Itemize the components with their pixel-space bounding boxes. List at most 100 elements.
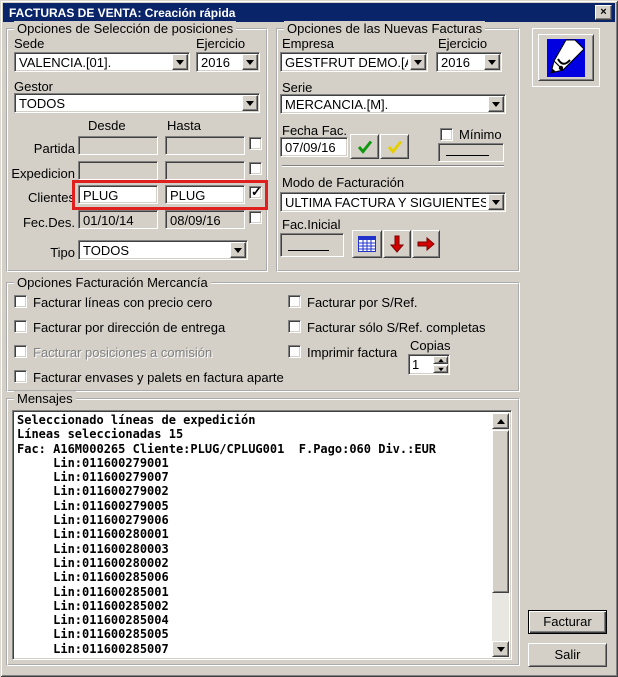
por-sref-checkbox[interactable] — [288, 295, 301, 308]
group-opciones-seleccion-title: Opciones de Selección de posiciones — [14, 21, 236, 36]
red-right-arrow-icon — [417, 237, 435, 251]
envases-palets-checkbox[interactable] — [14, 370, 27, 383]
yellow-check-icon — [387, 140, 403, 154]
spinner-up-icon[interactable] — [433, 356, 448, 364]
scrollbar[interactable] — [492, 413, 509, 657]
message-line: Lin:011600285007 — [17, 642, 489, 656]
apply-down-button[interactable] — [383, 230, 411, 258]
expedicion-desde-field — [78, 161, 158, 180]
sede-label: Sede — [14, 36, 44, 51]
message-line: Lin:011600279007 — [17, 470, 489, 484]
tipo-combobox[interactable]: TODOS — [78, 240, 248, 260]
fecdes-hasta-field: 08/09/16 — [165, 210, 245, 229]
empresa-label: Empresa — [282, 36, 334, 51]
separator-line — [282, 165, 504, 167]
partida-hasta-field — [165, 136, 245, 155]
fecha-fac-field[interactable]: 07/09/16 — [280, 137, 348, 157]
dropdown-arrow-icon[interactable] — [488, 96, 504, 112]
expedicion-checkbox[interactable] — [249, 162, 262, 175]
tipo-label: Tipo — [40, 245, 75, 260]
solo-sref-completas-checkbox[interactable] — [288, 320, 301, 333]
mensajes-text: Seleccionado líneas de expedición Líneas… — [17, 413, 489, 657]
clientes-checkbox[interactable] — [249, 186, 262, 199]
posiciones-comision-label: Facturar posiciones a comisión — [33, 345, 212, 360]
calendar-grid-icon — [358, 236, 376, 252]
message-line: Lin:011600285006 — [17, 570, 489, 584]
message-line: Lin:011600279001 — [17, 456, 489, 470]
titlebar: FACTURAS DE VENTA: Creación rápida × — [3, 3, 615, 22]
message-line: Lin:011600280003 — [17, 542, 489, 556]
sede-combobox[interactable]: VALENCIA.[01]. — [14, 52, 190, 72]
direccion-entrega-label: Facturar por dirección de entrega — [33, 320, 225, 335]
desde-header: Desde — [88, 118, 126, 133]
group-nuevas-facturas-title: Opciones de las Nuevas Facturas — [284, 21, 485, 36]
confirm-date-button[interactable] — [350, 134, 379, 159]
message-line: Lin:011600279002 — [17, 484, 489, 498]
message-line: Líneas seleccionadas 15 — [17, 427, 489, 441]
minimo-field — [438, 143, 504, 162]
ejercicio-nf-combobox[interactable]: 2016 — [436, 52, 502, 72]
dropdown-arrow-icon[interactable] — [230, 242, 246, 258]
message-line: Fac: A16M000265 Cliente:PLUG/CPLUG001 F.… — [17, 442, 489, 456]
clientes-label: Clientes — [10, 190, 75, 205]
dropdown-arrow-icon[interactable] — [242, 95, 258, 111]
green-check-icon — [357, 140, 373, 154]
copias-stepper[interactable]: 1 — [408, 354, 450, 375]
posiciones-comision-checkbox — [14, 345, 27, 358]
modo-facturacion-label: Modo de Facturación — [282, 175, 404, 190]
facturar-button[interactable]: Facturar — [528, 610, 607, 634]
dropdown-arrow-icon[interactable] — [488, 194, 504, 210]
close-icon[interactable]: × — [595, 5, 612, 20]
dropdown-arrow-icon[interactable] — [242, 54, 258, 70]
window-title: FACTURAS DE VENTA: Creación rápida — [9, 6, 235, 20]
fecha-fac-label: Fecha Fac. — [282, 123, 347, 138]
ejercicio-sel-label: Ejercicio — [196, 36, 245, 51]
lineas-precio-cero-label: Facturar líneas con precio cero — [33, 295, 212, 310]
envases-palets-label: Facturar envases y palets en factura apa… — [33, 370, 284, 385]
message-line: Seleccionado líneas de expedición — [17, 413, 489, 427]
clientes-hasta-field[interactable]: PLUG — [165, 185, 245, 204]
message-line: Lin:011600280001 — [17, 527, 489, 541]
fecdes-checkbox[interactable] — [249, 211, 262, 224]
red-down-arrow-icon — [390, 235, 404, 253]
dropdown-arrow-icon[interactable] — [172, 54, 188, 70]
scroll-up-icon[interactable] — [492, 413, 509, 429]
salir-button[interactable]: Salir — [528, 643, 607, 667]
modo-facturacion-combobox[interactable]: ULTIMA FACTURA Y SIGUIENTES — [280, 192, 506, 212]
spinner-down-icon[interactable] — [433, 365, 448, 373]
sign-invoice-button[interactable] — [538, 34, 594, 81]
partida-desde-field — [78, 136, 158, 155]
imprimir-factura-checkbox[interactable] — [288, 345, 301, 358]
gestor-combobox[interactable]: TODOS — [14, 93, 260, 113]
apply-right-button[interactable] — [412, 230, 440, 258]
partida-checkbox[interactable] — [249, 137, 262, 150]
group-mensajes-title: Mensajes — [14, 391, 76, 406]
message-line: Lin:011600285002 — [17, 599, 489, 613]
dropdown-arrow-icon[interactable] — [410, 54, 426, 70]
solo-sref-completas-label: Facturar sólo S/Ref. completas — [307, 320, 485, 335]
minimo-checkbox[interactable] — [440, 128, 453, 141]
dropdown-arrow-icon[interactable] — [484, 54, 500, 70]
fac-inicial-field — [280, 233, 344, 257]
hasta-header: Hasta — [167, 118, 201, 133]
gestor-label: Gestor — [14, 79, 53, 94]
scroll-down-icon[interactable] — [492, 641, 509, 657]
mensajes-textarea[interactable]: Seleccionado líneas de expedición Líneas… — [12, 410, 512, 660]
imprimir-factura-label: Imprimir factura — [307, 345, 397, 360]
empresa-combobox[interactable]: GESTFRUT DEMO.[A]. — [280, 52, 428, 72]
facturas-dialog: FACTURAS DE VENTA: Creación rápida × Opc… — [0, 0, 618, 677]
direccion-entrega-checkbox[interactable] — [14, 320, 27, 333]
expedicion-label: Expedicion — [4, 166, 75, 181]
confirm-date-alt-button[interactable] — [380, 134, 409, 159]
serie-combobox[interactable]: MERCANCIA.[M]. — [280, 94, 506, 114]
sign-invoice-icon — [547, 39, 585, 77]
clientes-desde-field[interactable]: PLUG — [78, 185, 158, 204]
lineas-precio-cero-checkbox[interactable] — [14, 295, 27, 308]
ejercicio-sel-combobox[interactable]: 2016 — [196, 52, 260, 72]
por-sref-label: Facturar por S/Ref. — [307, 295, 418, 310]
message-line: Lin:011600279005 — [17, 499, 489, 513]
scrollbar-thumb[interactable] — [492, 430, 509, 593]
select-invoice-button[interactable] — [352, 230, 382, 258]
fecdes-desde-field: 01/10/14 — [78, 210, 158, 229]
copias-value[interactable]: 1 — [412, 357, 419, 372]
